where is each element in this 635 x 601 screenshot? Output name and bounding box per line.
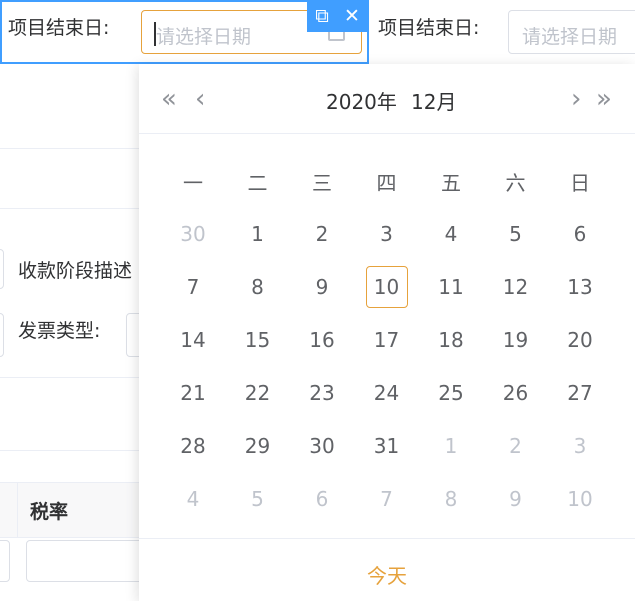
day-cell[interactable]: 22: [226, 371, 290, 415]
weekday-label: 六: [505, 171, 526, 195]
day-cell[interactable]: 2: [484, 424, 548, 468]
day-cell[interactable]: 30: [161, 212, 225, 256]
invoice-type-label: 发票类型:: [18, 320, 101, 342]
day-cell[interactable]: 25: [419, 371, 483, 415]
weekday-label: 四: [376, 171, 397, 195]
next-month-icon[interactable]: ›: [571, 84, 581, 114]
copy-icon[interactable]: ⧉: [310, 4, 334, 28]
partial-input[interactable]: [0, 313, 4, 357]
day-cell[interactable]: 16: [290, 318, 354, 362]
day-cell[interactable]: 20: [548, 318, 612, 362]
day-cell[interactable]: 6: [290, 477, 354, 521]
day-cell[interactable]: 5: [484, 212, 548, 256]
weekday-label: 五: [441, 171, 461, 195]
prev-month-icon[interactable]: ‹: [195, 84, 205, 114]
end-date-label: 项目结束日:: [8, 17, 110, 39]
day-cell[interactable]: 13: [548, 265, 612, 309]
end-date-label-2: 项目结束日:: [378, 17, 480, 39]
day-cell[interactable]: 4: [161, 477, 225, 521]
section-divider: [0, 377, 140, 378]
day-cell[interactable]: 30: [290, 424, 354, 468]
prev-year-icon[interactable]: «: [161, 84, 177, 114]
section-divider: [0, 208, 140, 209]
tax-rate-header: 税率: [30, 501, 69, 523]
day-cell[interactable]: 5: [226, 477, 290, 521]
table-col-divider: [17, 482, 18, 538]
next-year-icon[interactable]: »: [596, 84, 612, 114]
year-label[interactable]: 2020年: [326, 86, 397, 115]
month-label[interactable]: 12月: [411, 86, 456, 115]
date-picker: « ‹ 2020年 12月 › » 一二三四五六日 30 1 2 3 4 5 6 7 8 9 10 1…: [139, 64, 635, 601]
day-cell[interactable]: 10: [548, 477, 612, 521]
day-cell[interactable]: 26: [484, 371, 548, 415]
day-cell[interactable]: 3: [355, 212, 419, 256]
weekday-label: 一: [183, 171, 203, 195]
day-cell[interactable]: 11: [419, 265, 483, 309]
day-cell[interactable]: 6: [548, 212, 612, 256]
day-cell[interactable]: 29: [226, 424, 290, 468]
element-toolbar: ⧉ ✕: [307, 0, 369, 32]
day-cell[interactable]: 8: [226, 265, 290, 309]
day-cell[interactable]: 8: [419, 477, 483, 521]
day-cell[interactable]: 27: [548, 371, 612, 415]
day-cell[interactable]: 2: [290, 212, 354, 256]
day-cell[interactable]: 23: [290, 371, 354, 415]
day-cell[interactable]: 24: [355, 371, 419, 415]
day-cell[interactable]: 9: [290, 265, 354, 309]
day-cell[interactable]: 9: [484, 477, 548, 521]
day-cell-today[interactable]: 10: [355, 265, 419, 309]
day-cell[interactable]: 14: [161, 318, 225, 362]
table-header: [0, 482, 140, 538]
payment-stage-label: 收款阶段描述: [18, 260, 133, 282]
tax-rate-input[interactable]: [26, 540, 146, 582]
weekday-label: 三: [312, 171, 332, 195]
weekday-label: 二: [247, 171, 268, 195]
close-icon[interactable]: ✕: [340, 4, 364, 28]
day-cell[interactable]: 12: [484, 265, 548, 309]
day-cell[interactable]: 1: [226, 212, 290, 256]
partial-input[interactable]: [0, 249, 4, 289]
day-cell[interactable]: 19: [484, 318, 548, 362]
day-cell[interactable]: 7: [355, 477, 419, 521]
day-cell[interactable]: 18: [419, 318, 483, 362]
weekday-label: 日: [570, 171, 590, 195]
section-divider: [0, 450, 140, 451]
day-cell[interactable]: 21: [161, 371, 225, 415]
today-button[interactable]: 今天: [139, 560, 635, 589]
section-divider: [0, 148, 140, 149]
today-marker: 10: [365, 266, 408, 308]
date-picker-header: « ‹ 2020年 12月 › »: [139, 64, 635, 134]
day-cell[interactable]: 28: [161, 424, 225, 468]
day-cell[interactable]: 3: [548, 424, 612, 468]
table-cell-input[interactable]: [0, 540, 10, 582]
day-cell[interactable]: 31: [355, 424, 419, 468]
end-date-placeholder: 请选择日期: [156, 26, 252, 48]
day-cell[interactable]: 15: [226, 318, 290, 362]
day-cell[interactable]: 17: [355, 318, 419, 362]
day-cell[interactable]: 1: [419, 424, 483, 468]
end-date-placeholder-2: 请选择日期: [522, 26, 618, 48]
day-cell[interactable]: 7: [161, 265, 225, 309]
day-cell[interactable]: 4: [419, 212, 483, 256]
